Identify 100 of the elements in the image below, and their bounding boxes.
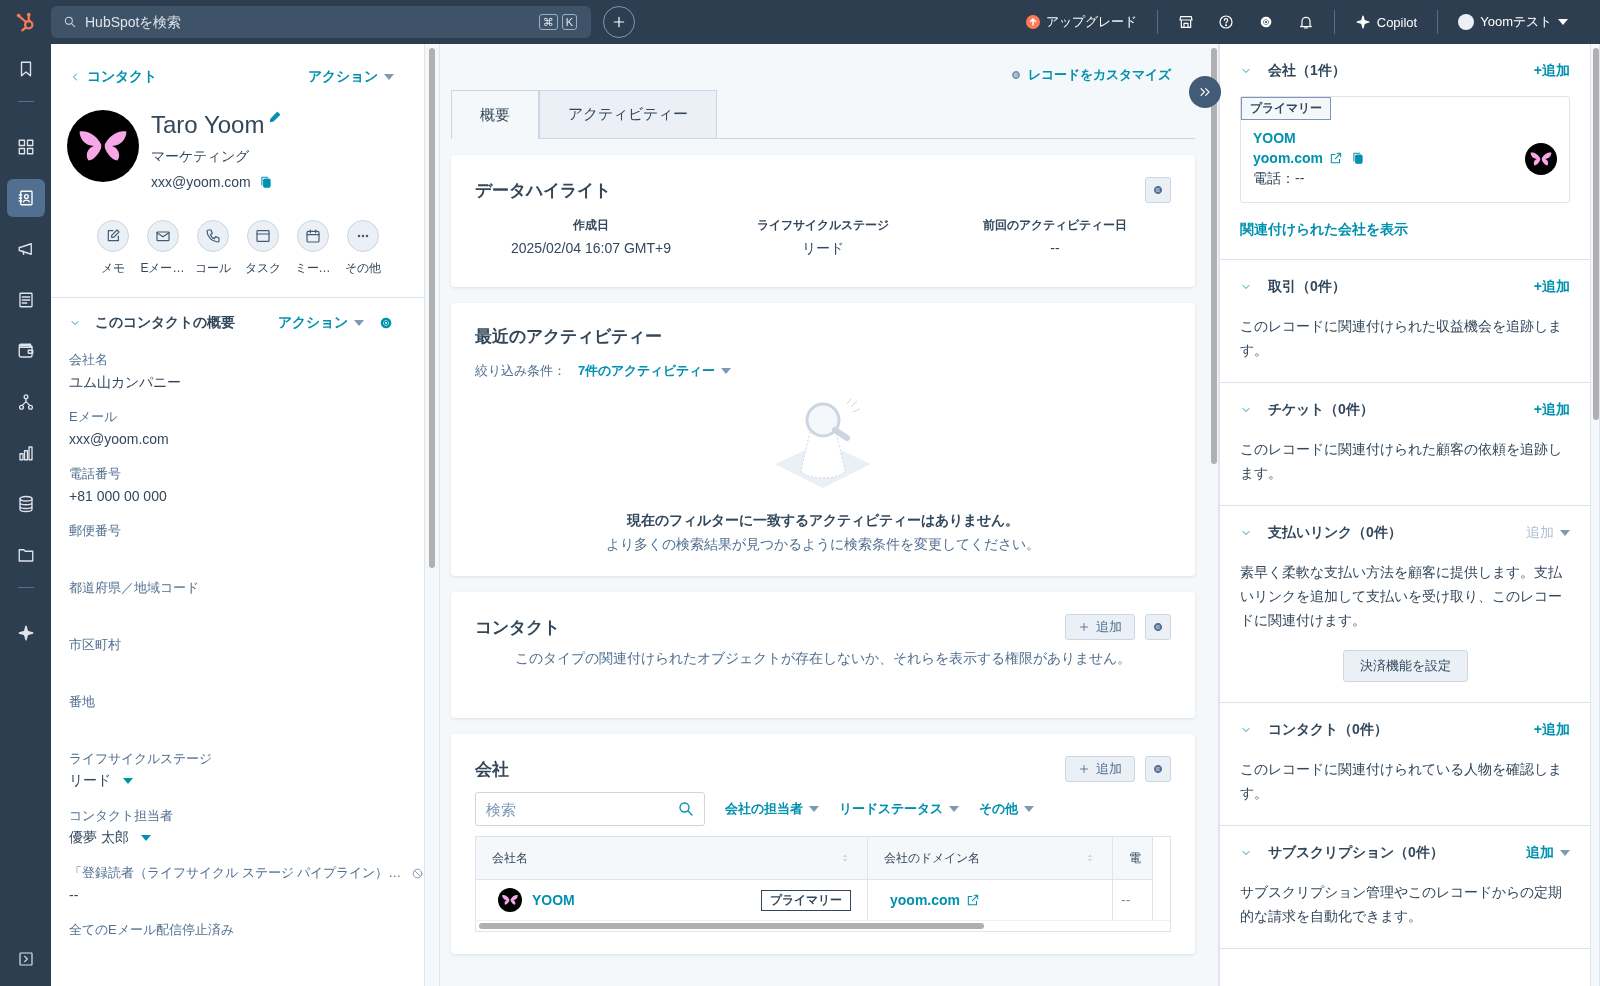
setup-payments-button[interactable]: 決済機能を設定 — [1342, 650, 1468, 682]
card-title: 会社 — [475, 758, 510, 781]
filter-dropdown[interactable]: 会社の担当者 — [725, 800, 819, 818]
help-icon — [1217, 14, 1234, 30]
search-field[interactable]: 検索 — [475, 792, 705, 826]
customize-link[interactable]: レコードをカスタマイズ — [1010, 66, 1171, 84]
field-label: コンタクト担当者 — [69, 807, 173, 825]
add-link[interactable]: +追加 — [1533, 401, 1570, 419]
add-button[interactable]: 追加 — [1065, 614, 1135, 640]
scrollbar[interactable] — [1211, 48, 1217, 464]
field-label: ライフサイクルステージ — [69, 750, 212, 768]
field-dropdown[interactable]: リード — [69, 772, 133, 790]
column-header[interactable]: 会社のドメイン名 — [868, 837, 1113, 880]
field-value: xxx@yoom.com — [69, 430, 169, 449]
account-menu[interactable]: Yoomテスト — [1446, 8, 1580, 36]
add-button[interactable]: 追加 — [1065, 756, 1135, 782]
card-title: コンタクト — [475, 616, 561, 639]
add-link[interactable]: 追加 — [1526, 844, 1570, 862]
pencil-icon[interactable] — [268, 110, 283, 124]
wallet-icon — [16, 342, 35, 360]
actions-dropdown[interactable]: アクション — [278, 314, 364, 332]
butterfly-logo — [67, 110, 139, 182]
filter-dropdown[interactable]: その他 — [979, 800, 1034, 818]
settings-icon[interactable] — [378, 315, 394, 331]
empty-text: より多くの検索結果が見つかるように検索条件を変更してください。 — [606, 536, 1040, 554]
bell-icon — [1297, 14, 1314, 30]
table-cell: -- — [1113, 880, 1153, 920]
butterfly-logo — [498, 888, 522, 912]
card-title: 最近のアクティビティー — [475, 326, 663, 348]
filter-dropdown[interactable]: リードステータス — [839, 800, 959, 818]
filter-label: 絞り込み条件： — [475, 362, 566, 380]
add-link[interactable]: +追加 — [1533, 62, 1570, 80]
tab[interactable]: アクティビティー — [539, 90, 717, 138]
contact-email: xxx@yoom.com — [151, 174, 251, 190]
section-title: 会社（1件） — [1268, 62, 1347, 80]
field-value: -- — [1049, 239, 1061, 258]
phone-text: 電話：-- — [1253, 170, 1306, 188]
bar-chart-icon — [16, 444, 35, 462]
field-label: 都道府県／地域コード — [69, 579, 199, 597]
caret-icon — [140, 835, 151, 841]
domain-link[interactable]: yoom.com — [1253, 150, 1343, 166]
quick-action-button[interactable]: ミー… — [289, 220, 336, 277]
window-icon — [254, 228, 271, 244]
plus-icon — [1078, 621, 1090, 633]
quick-action-button[interactable]: その他 — [339, 220, 386, 277]
quick-action-button[interactable]: タスク — [239, 220, 286, 277]
add-link[interactable]: +追加 — [1533, 278, 1570, 296]
sparkle-icon — [16, 624, 35, 642]
field-value: 2025/02/04 16:07 GMT+9 — [510, 239, 672, 258]
caret-icon — [384, 74, 394, 80]
field-dropdown[interactable]: 優夢 太郎 — [69, 829, 151, 847]
copilot-button[interactable]: Copilot — [1342, 8, 1430, 36]
upgrade-button[interactable]: アップグレード — [1013, 8, 1149, 36]
quick-action-button[interactable]: メモ — [89, 220, 136, 277]
database-icon — [16, 495, 35, 513]
scrollbar[interactable] — [1593, 48, 1599, 420]
nav-item[interactable] — [6, 179, 45, 217]
filter-dropdown[interactable]: 7件のアクティビティー — [578, 362, 732, 380]
copy-icon — [1351, 151, 1365, 165]
field-label: 「登録読者（ライフサイクル ステージ パイプライン）… — [69, 864, 402, 882]
column-header[interactable]: 電 — [1113, 837, 1153, 880]
add-link[interactable]: +追加 — [1533, 721, 1570, 739]
search-icon — [63, 15, 77, 29]
empty-text: このタイプの関連付けられたオブジェクトが存在しないか、それらを表示する権限がありません。 — [514, 650, 1132, 668]
primary-tag: プライマリー — [761, 889, 851, 911]
horizontal-scrollbar[interactable] — [479, 923, 984, 929]
store-icon — [1177, 14, 1194, 30]
external-link-icon — [966, 893, 980, 907]
caret-icon — [949, 806, 959, 812]
company-link[interactable]: YOOM — [532, 892, 575, 908]
section-title: 取引（0件） — [1268, 278, 1347, 296]
caret-icon — [1024, 806, 1034, 812]
section-title: このコンタクトの概要 — [95, 314, 236, 332]
field-value: リード — [801, 239, 845, 258]
section-title: サブスクリプション（0件） — [1268, 844, 1445, 862]
view-associated-link[interactable]: 関連付けられた会社を表示 — [1240, 221, 1570, 239]
actions-dropdown[interactable]: アクション — [308, 68, 394, 86]
job-title: マーケティング — [151, 147, 250, 166]
caret-icon — [1560, 850, 1570, 856]
contact-book-icon — [16, 189, 35, 207]
plus-icon — [611, 14, 627, 30]
quick-action-button[interactable]: コール — [189, 220, 236, 277]
tab[interactable]: 概要 — [451, 90, 539, 139]
field-value: ユム山カンパニー — [69, 373, 181, 392]
company-link[interactable]: YOOM — [1253, 130, 1365, 146]
quick-action-button[interactable]: Eメー… — [139, 220, 186, 277]
section-title: チケット（0件） — [1268, 401, 1375, 419]
column-header[interactable]: 会社名 — [476, 837, 868, 880]
field-value: -- — [69, 886, 79, 905]
domain-link[interactable]: yoom.com — [890, 892, 980, 908]
blocked-icon — [411, 866, 424, 880]
scrollbar[interactable] — [429, 48, 435, 568]
field-label: 前回のアクティビティー日 — [982, 217, 1128, 234]
keyboard-key: K — [561, 14, 577, 30]
field-label: ライフサイクルステージ — [756, 217, 890, 234]
section-description: このレコードに関連付けられた収益機会を追跡します。 — [1240, 317, 1563, 360]
field-label: 全てのEメール配信停止済み — [69, 921, 234, 939]
folder-icon — [16, 546, 35, 564]
back-link[interactable]: コンタクト — [69, 68, 157, 86]
field-label: 郵便番号 — [69, 522, 121, 540]
